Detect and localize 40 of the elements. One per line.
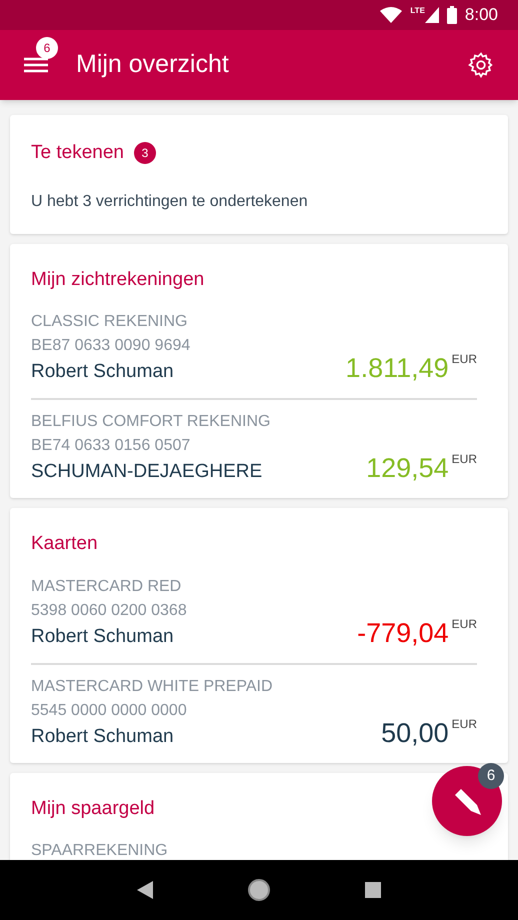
account-type: SPAARREKENING [31, 841, 168, 860]
card-title: Mijn spaargeld [31, 796, 155, 820]
back-icon[interactable] [137, 881, 153, 899]
account-number: 5545 0000 0000 0000 [31, 700, 188, 720]
currency: EUR [452, 352, 477, 366]
sign-card[interactable]: Te tekenen 3 U hebt 3 verrichtingen te ondertekenen [10, 115, 508, 234]
account-holder: SCHUMAN-DEJAEGHERE [31, 460, 264, 484]
currency: EUR [452, 716, 477, 730]
network-label: LTE [410, 7, 425, 15]
account-number: 5398 0060 0200 0368 [31, 600, 187, 620]
account-number: BE87 0633 0090 9694 [31, 336, 190, 356]
wifi-icon [380, 7, 402, 23]
currency: EUR [452, 616, 477, 630]
account-holder: Robert Schuman [31, 360, 175, 384]
card-title: Te tekenen [31, 141, 124, 165]
amount: 129,54 [366, 452, 449, 484]
count-badge: 3 [134, 142, 156, 164]
clock: 8:00 [464, 4, 498, 26]
home-icon[interactable] [247, 878, 271, 902]
amount: 50,00 [381, 716, 449, 748]
account-number: BE74 0633 0156 0507 [31, 436, 192, 456]
signal-icon [424, 7, 439, 23]
account-type: BELFIUS COMFORT REKENING [31, 412, 270, 432]
account-holder: Robert Schuman [31, 724, 175, 748]
sign-message: U hebt 3 verrichtingen te ondertekenen [31, 192, 309, 212]
battery-icon [446, 6, 457, 24]
amount: -779,04 [357, 616, 449, 648]
notification-badge: 6 [36, 37, 58, 59]
currency: EUR [452, 452, 477, 466]
account-holder: Robert Schuman [31, 624, 175, 648]
account-type: MASTERCARD WHITE PREPAID [31, 676, 272, 696]
card-title: Kaarten [31, 532, 98, 556]
fab-badge: 6 [478, 763, 504, 789]
account-type: CLASSIC REKENING [31, 312, 188, 332]
card-title: Mijn zichtrekeningen [31, 268, 204, 292]
amount: 1.811,49 [346, 352, 449, 384]
settings-icon[interactable] [468, 52, 494, 78]
menu-icon [24, 56, 48, 74]
page-title: Mijn overzicht [76, 49, 230, 80]
account-type: MASTERCARD RED [31, 576, 182, 596]
